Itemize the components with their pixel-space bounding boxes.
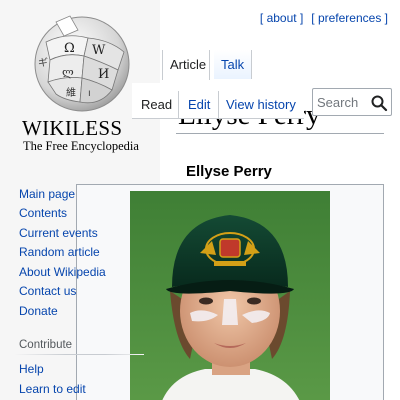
about-link[interactable]: [ about ] bbox=[260, 11, 303, 25]
tab-talk[interactable]: Talk bbox=[214, 50, 252, 79]
sidebar-item-contact-us[interactable]: Contact us bbox=[19, 284, 76, 298]
infobox-photo[interactable] bbox=[130, 191, 330, 400]
sidebar-item-current-events[interactable]: Current events bbox=[19, 226, 98, 240]
preferences-link[interactable]: [ preferences ] bbox=[311, 11, 388, 25]
svg-text:ლ: ლ bbox=[62, 66, 74, 79]
sidebar-item-random-article[interactable]: Random article bbox=[19, 245, 100, 259]
svg-text:И: И bbox=[98, 67, 109, 82]
sidebar-heading-contribute: Contribute bbox=[19, 339, 73, 351]
tab-divider bbox=[178, 91, 179, 119]
svg-text:Ω: Ω bbox=[64, 41, 75, 56]
sidebar-item-main-page[interactable]: Main page bbox=[19, 187, 75, 201]
tab-edit[interactable]: Edit bbox=[188, 97, 210, 112]
personal-links: [ about ] [ preferences ] bbox=[260, 11, 388, 25]
site-wordmark: WIKILESS bbox=[22, 116, 123, 140]
svg-text:ו: ו bbox=[88, 88, 91, 99]
svg-text:ギ: ギ bbox=[38, 57, 48, 69]
tab-read[interactable]: Read bbox=[141, 97, 172, 112]
view-tabs: Read Edit View history bbox=[132, 83, 304, 119]
svg-text:W: W bbox=[92, 43, 106, 58]
sidebar-item-help[interactable]: Help bbox=[19, 362, 44, 376]
svg-text:維: 維 bbox=[66, 86, 76, 99]
tab-article[interactable]: Article bbox=[162, 50, 210, 80]
search-input[interactable] bbox=[317, 93, 369, 111]
search-box bbox=[312, 88, 392, 116]
search-icon[interactable] bbox=[370, 94, 388, 112]
sidebar-item-learn-to-edit[interactable]: Learn to edit bbox=[19, 382, 86, 396]
infobox-title: Ellyse Perry bbox=[186, 163, 272, 180]
heading-divider bbox=[176, 133, 384, 134]
sidebar-divider bbox=[14, 354, 144, 355]
tab-divider bbox=[218, 91, 219, 119]
sidebar-item-donate[interactable]: Donate bbox=[19, 304, 58, 318]
sidebar-item-about[interactable]: About Wikipedia bbox=[19, 265, 106, 279]
wikipedia-globe-logo[interactable]: Ω W И ლ 維 ו ギ bbox=[26, 12, 134, 114]
sidebar-item-contents[interactable]: Contents bbox=[19, 206, 67, 220]
tab-view-history[interactable]: View history bbox=[226, 97, 296, 112]
site-tagline: The Free Encyclopedia bbox=[23, 139, 139, 153]
